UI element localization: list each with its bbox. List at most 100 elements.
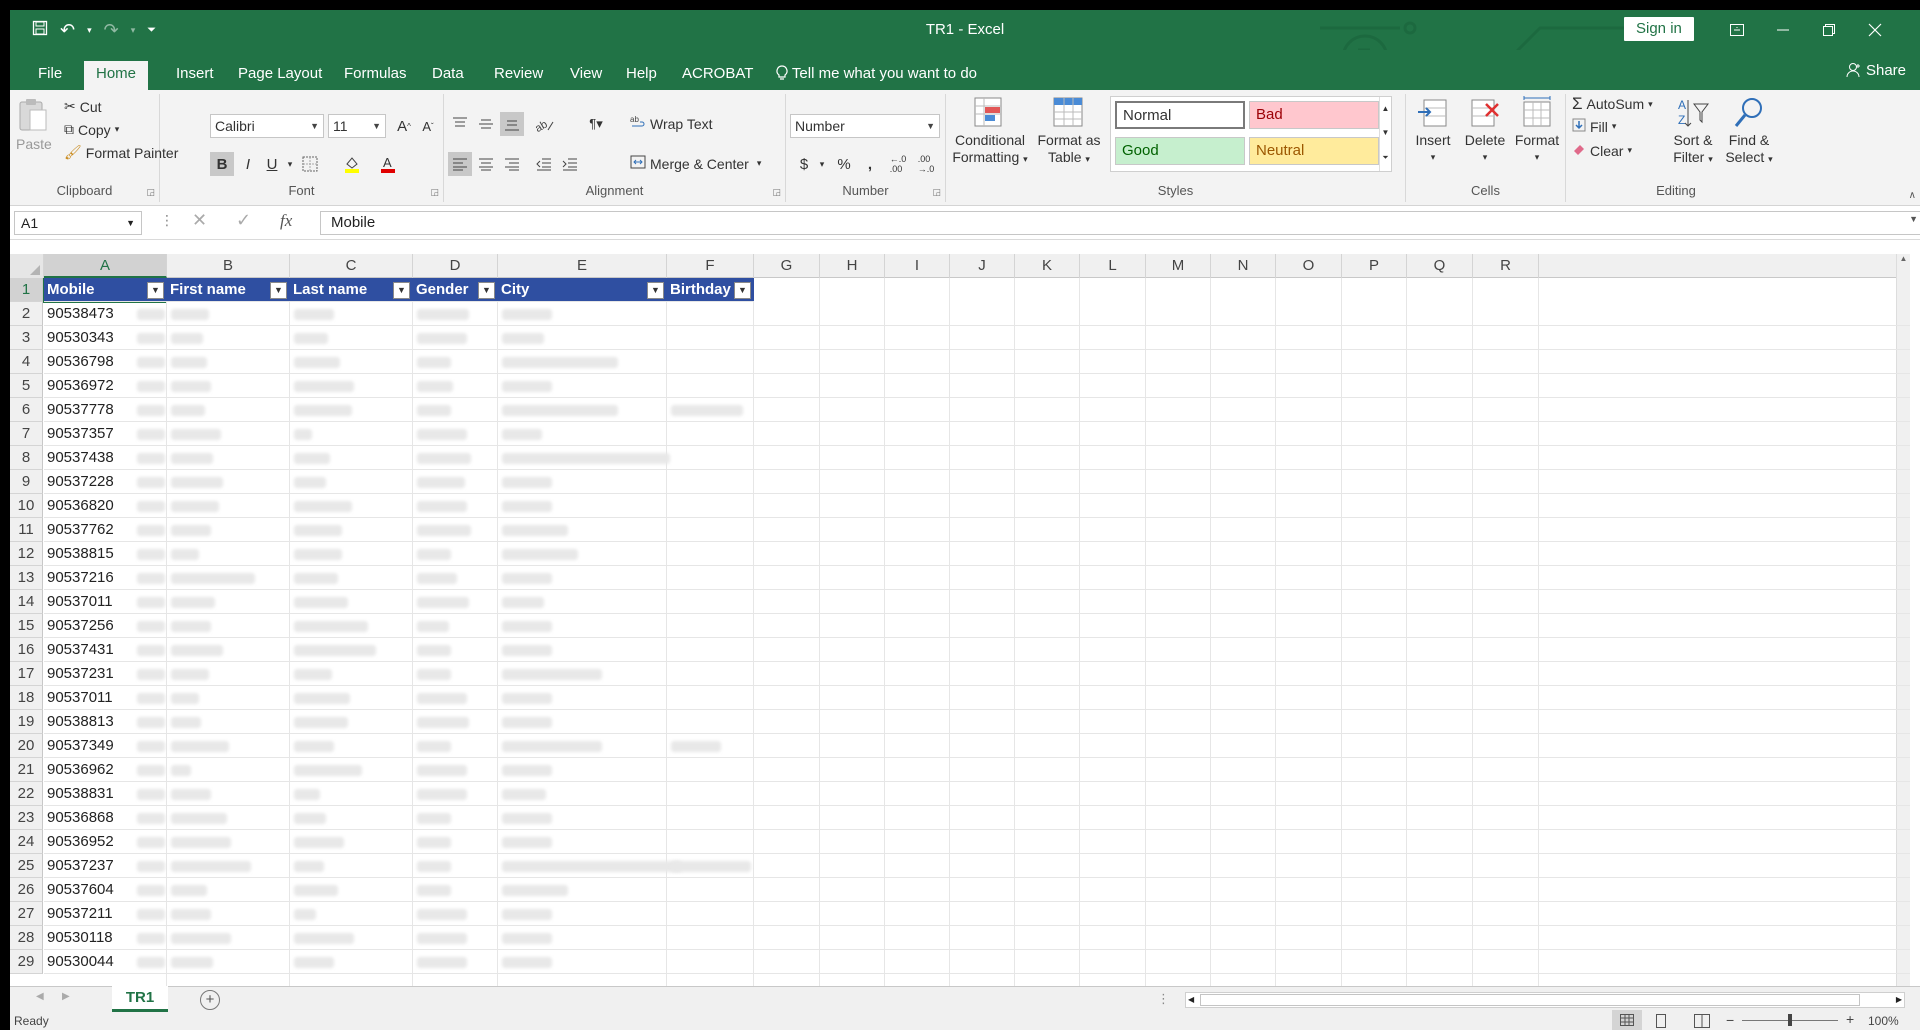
mobile-cell[interactable]: 90537228 — [44, 470, 137, 494]
alignment-launcher-icon[interactable]: ◲ — [772, 187, 781, 198]
row-header-17[interactable]: 17 — [10, 662, 43, 686]
column-header-l[interactable]: L — [1080, 254, 1146, 278]
text-direction-icon[interactable]: ¶▾ — [584, 112, 608, 136]
row-header-4[interactable]: 4 — [10, 350, 43, 374]
mobile-cell[interactable]: 90536962 — [44, 758, 137, 782]
column-header-a[interactable]: A — [44, 254, 167, 278]
horizontal-scrollbar[interactable]: ◀ ▶ — [1185, 992, 1905, 1008]
sort-filter-button[interactable]: AZ Sort & Filter ▾ — [1668, 96, 1718, 168]
row-header-22[interactable]: 22 — [10, 782, 43, 806]
comma-button[interactable]: , — [858, 152, 882, 176]
row-header-21[interactable]: 21 — [10, 758, 43, 782]
tab-acrobat[interactable]: ACROBAT — [670, 61, 765, 90]
ribbon-display-options-icon[interactable] — [1714, 10, 1760, 50]
font-color-icon[interactable]: A — [376, 152, 400, 176]
row-header-11[interactable]: 11 — [10, 518, 43, 542]
orientation-icon[interactable]: ab — [532, 112, 556, 136]
mobile-cell[interactable]: 90537011 — [44, 686, 137, 710]
filter-dropdown-icon[interactable]: ▼ — [478, 282, 495, 299]
scroll-left-icon[interactable]: ◀ — [1188, 993, 1194, 1007]
tab-formulas[interactable]: Formulas — [332, 61, 419, 90]
formula-input[interactable]: Mobile — [320, 211, 1920, 235]
cut-button[interactable]: ✂ Cut — [64, 98, 102, 115]
row-header-7[interactable]: 7 — [10, 422, 43, 446]
paste-button[interactable]: Paste — [16, 96, 52, 153]
column-header-c[interactable]: C — [290, 254, 413, 278]
column-header-q[interactable]: Q — [1407, 254, 1473, 278]
mobile-cell[interactable]: 90538473 — [44, 302, 137, 326]
merge-center-button[interactable]: Merge & Center ▾ — [630, 154, 761, 173]
percent-button[interactable]: % — [832, 152, 856, 176]
mobile-cell[interactable]: 90537357 — [44, 422, 137, 446]
tab-data[interactable]: Data — [420, 61, 476, 90]
row-header-24[interactable]: 24 — [10, 830, 43, 854]
tab-file[interactable]: File — [26, 61, 74, 90]
minimize-icon[interactable] — [1760, 10, 1806, 50]
normal-view-icon[interactable] — [1612, 1010, 1642, 1030]
page-layout-view-icon[interactable] — [1654, 1014, 1668, 1030]
tab-view[interactable]: View — [558, 61, 614, 90]
copy-button[interactable]: ⧉ Copy ▾ — [64, 121, 119, 138]
conditional-formatting-button[interactable]: Conditional Formatting ▾ — [950, 96, 1030, 168]
row-header-6[interactable]: 6 — [10, 398, 43, 422]
sheet-tab-tr1[interactable]: TR1 — [112, 986, 168, 1012]
zoom-in-icon[interactable]: + — [1846, 1011, 1854, 1027]
wrap-text-button[interactable]: ab Wrap Text — [630, 114, 713, 133]
mobile-cell[interactable]: 90538815 — [44, 542, 137, 566]
column-header-n[interactable]: N — [1211, 254, 1276, 278]
scroll-up-icon[interactable]: ▲ — [1897, 254, 1910, 263]
scroll-tabs-right-icon[interactable]: ▶ — [62, 991, 70, 1002]
mobile-cell[interactable]: 90538813 — [44, 710, 137, 734]
format-cells-button[interactable]: Format ▾ — [1512, 96, 1562, 166]
mobile-cell[interactable]: 90538831 — [44, 782, 137, 806]
mobile-cell[interactable]: 90537256 — [44, 614, 137, 638]
row-header-29[interactable]: 29 — [10, 950, 43, 974]
bold-button[interactable]: B — [210, 152, 234, 176]
tab-page-layout[interactable]: Page Layout — [226, 61, 334, 90]
mobile-cell[interactable]: 90536952 — [44, 830, 137, 854]
mobile-cell[interactable]: 90537604 — [44, 878, 137, 902]
decrease-decimal-icon[interactable]: .00 →.0 — [914, 152, 938, 176]
style-normal[interactable]: Normal — [1115, 101, 1245, 129]
scroll-right-icon[interactable]: ▶ — [1896, 993, 1902, 1007]
zoom-level[interactable]: 100% — [1868, 1014, 1899, 1028]
column-header-o[interactable]: O — [1276, 254, 1342, 278]
mobile-cell[interactable]: 90537778 — [44, 398, 137, 422]
column-header-e[interactable]: E — [498, 254, 667, 278]
row-header-23[interactable]: 23 — [10, 806, 43, 830]
tab-help[interactable]: Help — [614, 61, 669, 90]
header-cell[interactable]: City — [498, 278, 667, 302]
column-header-g[interactable]: G — [754, 254, 820, 278]
row-header-25[interactable]: 25 — [10, 854, 43, 878]
mobile-cell[interactable]: 90530343 — [44, 326, 137, 350]
page-break-view-icon[interactable] — [1694, 1014, 1710, 1030]
confirm-entry-icon[interactable]: ✓ — [236, 210, 251, 231]
currency-dropdown-icon[interactable]: ▾ — [810, 152, 834, 176]
mobile-cell[interactable]: 90530044 — [44, 950, 137, 974]
column-header-k[interactable]: K — [1015, 254, 1080, 278]
style-good[interactable]: Good — [1115, 137, 1245, 165]
fill-color-icon[interactable] — [340, 152, 364, 176]
cancel-entry-icon[interactable]: ✕ — [192, 210, 207, 231]
find-select-button[interactable]: Find & Select ▾ — [1722, 96, 1776, 168]
filter-dropdown-icon[interactable]: ▼ — [647, 282, 664, 299]
mobile-cell[interactable]: 90537349 — [44, 734, 137, 758]
mobile-cell[interactable]: 90537762 — [44, 518, 137, 542]
delete-cells-button[interactable]: Delete ▾ — [1460, 96, 1510, 166]
zoom-out-icon[interactable]: − — [1726, 1012, 1734, 1028]
filter-dropdown-icon[interactable]: ▼ — [270, 282, 287, 299]
row-header-27[interactable]: 27 — [10, 902, 43, 926]
tab-home[interactable]: Home — [84, 61, 149, 90]
add-sheet-button[interactable]: + — [200, 990, 220, 1010]
increase-indent-icon[interactable] — [558, 152, 582, 176]
mobile-cell[interactable]: 90536820 — [44, 494, 137, 518]
tab-insert[interactable]: Insert — [164, 61, 226, 90]
mobile-cell[interactable]: 90537237 — [44, 854, 137, 878]
row-header-18[interactable]: 18 — [10, 686, 43, 710]
zoom-slider-thumb[interactable] — [1788, 1014, 1792, 1026]
filter-dropdown-icon[interactable]: ▼ — [393, 282, 410, 299]
row-header-9[interactable]: 9 — [10, 470, 43, 494]
italic-button[interactable]: I — [236, 152, 260, 176]
mobile-cell[interactable]: 90536868 — [44, 806, 137, 830]
row-header-20[interactable]: 20 — [10, 734, 43, 758]
